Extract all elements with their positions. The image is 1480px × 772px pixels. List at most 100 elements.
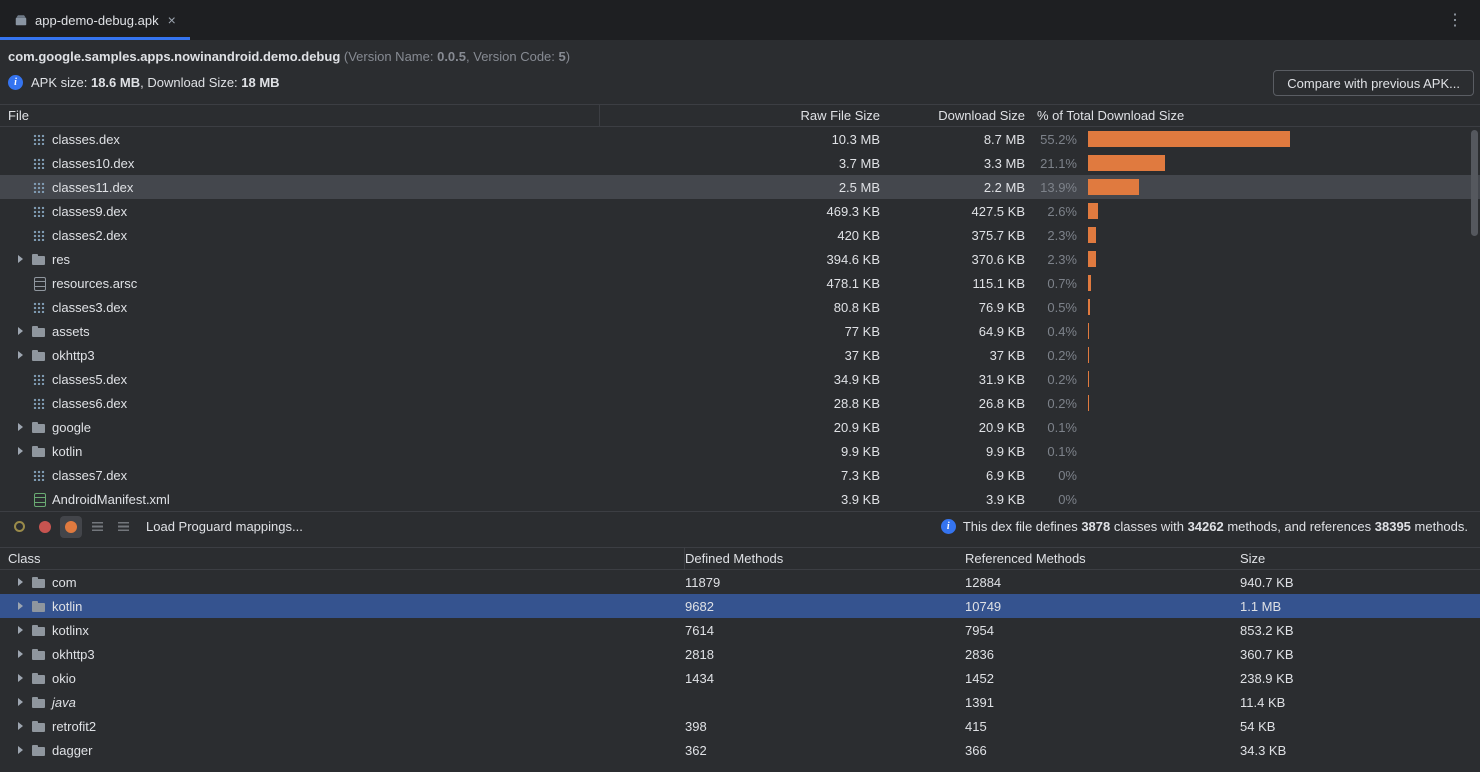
file-row[interactable]: res 394.6 KB 370.6 KB 2.3%: [0, 247, 1480, 271]
arsc-icon: [31, 275, 47, 291]
tab-close-icon[interactable]: ×: [166, 11, 178, 29]
file-row[interactable]: resources.arsc 478.1 KB 115.1 KB 0.7%: [0, 271, 1480, 295]
show-referenced-nodes-icon[interactable]: [60, 516, 82, 538]
download-size: 37 KB: [888, 348, 1033, 363]
chevron-right-icon[interactable]: [14, 251, 26, 267]
column-header-size[interactable]: Size: [1240, 548, 1480, 569]
file-name: okhttp3: [52, 348, 95, 363]
download-pct: 0%: [1033, 468, 1083, 483]
file-name-cell: kotlin: [0, 443, 600, 459]
column-header-raw-size[interactable]: Raw File Size: [600, 105, 888, 126]
file-row[interactable]: okhttp3 37 KB 37 KB 0.2%: [0, 343, 1480, 367]
chevron-right-icon[interactable]: [14, 347, 26, 363]
apk-size-text: APK size: 18.6 MB, Download Size: 18 MB: [31, 75, 280, 90]
chevron-right-icon[interactable]: [14, 670, 26, 686]
referenced-methods: 1452: [965, 671, 1240, 686]
file-row[interactable]: classes7.dex 7.3 KB 6.9 KB 0%: [0, 463, 1480, 487]
folder-icon: [31, 323, 47, 339]
folder-icon: [31, 251, 47, 267]
download-size: 76.9 KB: [888, 300, 1033, 315]
download-pct: 0.1%: [1033, 420, 1083, 435]
file-row[interactable]: kotlin 9.9 KB 9.9 KB 0.1%: [0, 439, 1480, 463]
class-name-cell: kotlinx: [0, 622, 685, 638]
version-name: 0.0.5: [437, 49, 466, 64]
raw-file-size: 10.3 MB: [600, 132, 888, 147]
column-header-pct-download[interactable]: % of Total Download Size: [1033, 105, 1480, 126]
folder-icon: [31, 598, 47, 614]
file-row[interactable]: AndroidManifest.xml 3.9 KB 3.9 KB 0%: [0, 487, 1480, 511]
class-row[interactable]: dagger 362 366 34.3 KB: [0, 738, 1480, 762]
column-header-referenced-methods[interactable]: Referenced Methods: [965, 548, 1240, 569]
file-row[interactable]: classes2.dex 420 KB 375.7 KB 2.3%: [0, 223, 1480, 247]
chevron-right-icon[interactable]: [14, 718, 26, 734]
class-name: kotlinx: [52, 623, 89, 638]
column-header-defined-methods[interactable]: Defined Methods: [685, 548, 965, 569]
download-pct: 2.6%: [1033, 204, 1083, 219]
file-name: classes5.dex: [52, 372, 127, 387]
class-row[interactable]: retrofit2 398 415 54 KB: [0, 714, 1480, 738]
package-name: com.google.samples.apps.nowinandroid.dem…: [8, 49, 340, 64]
tab-apk-analyzer[interactable]: app-demo-debug.apk ×: [0, 0, 190, 40]
download-size: 6.9 KB: [888, 468, 1033, 483]
class-row[interactable]: okhttp3 2818 2836 360.7 KB: [0, 642, 1480, 666]
column-header-file[interactable]: File: [0, 105, 600, 126]
class-row[interactable]: java 1391 11.4 KB: [0, 690, 1480, 714]
more-options-icon[interactable]: ⋮: [1431, 0, 1480, 40]
file-row[interactable]: classes.dex 10.3 MB 8.7 MB 55.2%: [0, 127, 1480, 151]
download-pct-bar: [1088, 395, 1089, 411]
file-row[interactable]: classes6.dex 28.8 KB 26.8 KB 0.2%: [0, 391, 1480, 415]
class-name-cell: com: [0, 574, 685, 590]
chevron-right-icon[interactable]: [14, 598, 26, 614]
file-name: classes9.dex: [52, 204, 127, 219]
file-row[interactable]: classes10.dex 3.7 MB 3.3 MB 21.1%: [0, 151, 1480, 175]
class-row[interactable]: kotlin 9682 10749 1.1 MB: [0, 594, 1480, 618]
class-name: retrofit2: [52, 719, 96, 734]
version-post: ): [566, 49, 570, 64]
class-name-cell: kotlin: [0, 598, 685, 614]
download-pct: 2.3%: [1033, 252, 1083, 267]
show-fields-icon[interactable]: [8, 516, 30, 538]
load-proguard-mappings-link[interactable]: Load Proguard mappings...: [146, 519, 303, 534]
collapse-all-icon[interactable]: [112, 516, 134, 538]
info-icon: i: [941, 519, 956, 534]
class-row[interactable]: com 11879 12884 940.7 KB: [0, 570, 1480, 594]
class-row[interactable]: kotlinx 7614 7954 853.2 KB: [0, 618, 1480, 642]
raw-file-size: 80.8 KB: [600, 300, 888, 315]
chevron-right-icon[interactable]: [14, 646, 26, 662]
chevron-right-icon[interactable]: [14, 323, 26, 339]
file-row[interactable]: classes9.dex 469.3 KB 427.5 KB 2.6%: [0, 199, 1480, 223]
referenced-methods: 7954: [965, 623, 1240, 638]
download-size: 3.9 KB: [888, 492, 1033, 507]
file-table-scrollbar[interactable]: [1471, 130, 1478, 236]
compare-apk-button[interactable]: Compare with previous APK...: [1273, 70, 1474, 96]
file-row[interactable]: classes3.dex 80.8 KB 76.9 KB 0.5%: [0, 295, 1480, 319]
chevron-right-icon[interactable]: [14, 574, 26, 590]
dex-icon: [31, 371, 47, 387]
column-header-download-size[interactable]: Download Size: [888, 105, 1033, 126]
column-header-class[interactable]: Class: [0, 548, 685, 569]
file-row[interactable]: classes11.dex 2.5 MB 2.2 MB 13.9%: [0, 175, 1480, 199]
chevron-right-icon[interactable]: [14, 694, 26, 710]
folder-icon: [31, 718, 47, 734]
chevron-right-icon[interactable]: [14, 742, 26, 758]
download-pct-bar: [1088, 275, 1091, 291]
class-name-cell: dagger: [0, 742, 685, 758]
file-name-cell: classes11.dex: [0, 179, 600, 195]
chevron-right-icon[interactable]: [14, 622, 26, 638]
defined-methods: 9682: [685, 599, 965, 614]
expand-all-icon[interactable]: [86, 516, 108, 538]
class-row[interactable]: okio 1434 1452 238.9 KB: [0, 666, 1480, 690]
apk-size-line: i APK size: 18.6 MB, Download Size: 18 M…: [0, 70, 1480, 94]
class-size: 238.9 KB: [1240, 671, 1480, 686]
file-row[interactable]: google 20.9 KB 20.9 KB 0.1%: [0, 415, 1480, 439]
file-row[interactable]: assets 77 KB 64.9 KB 0.4%: [0, 319, 1480, 343]
chevron-right-icon[interactable]: [14, 419, 26, 435]
version-pre: (Version Name:: [340, 49, 437, 64]
file-name: google: [52, 420, 91, 435]
file-row[interactable]: classes5.dex 34.9 KB 31.9 KB 0.2%: [0, 367, 1480, 391]
show-removed-nodes-icon[interactable]: [34, 516, 56, 538]
file-name-cell: classes2.dex: [0, 227, 600, 243]
chevron-right-icon[interactable]: [14, 443, 26, 459]
file-name: classes11.dex: [52, 180, 133, 195]
folder-icon: [31, 646, 47, 662]
